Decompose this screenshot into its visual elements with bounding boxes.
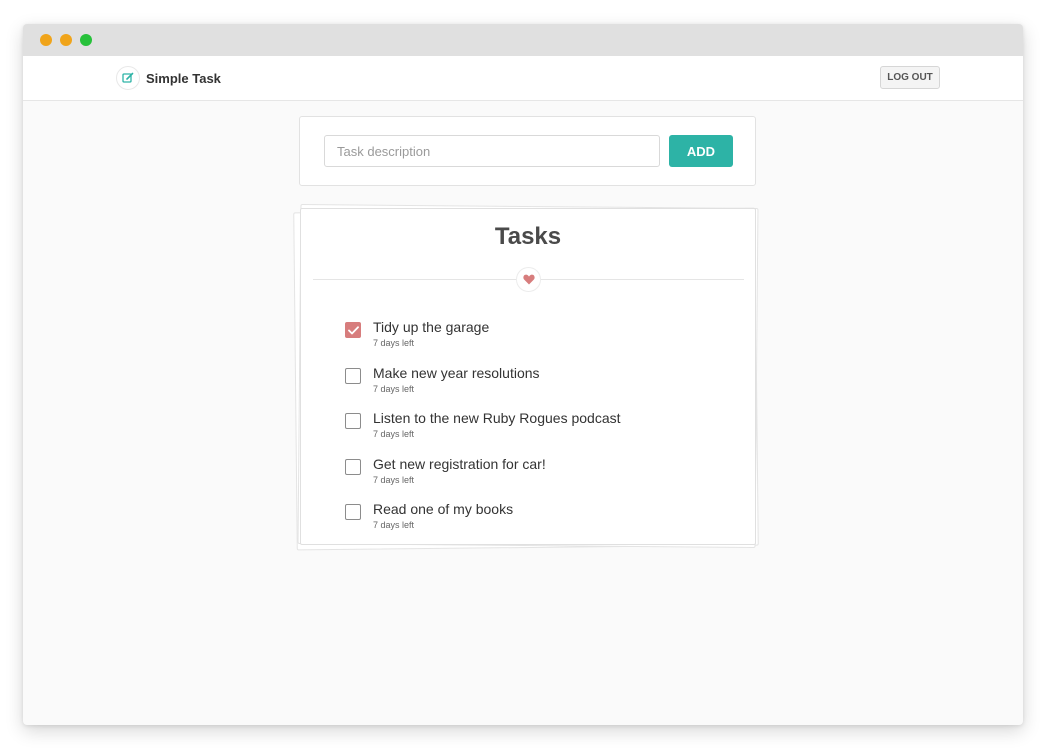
tasks-card: Tasks Tidy up the garage 7 days left Make … [300,208,756,545]
task-label: Listen to the new Ruby Rogues podcast [373,410,621,426]
task-due: 7 days left [373,520,415,530]
brand-link[interactable]: Simple Task [116,66,221,90]
window-titlebar [23,24,1023,56]
check-icon [347,325,359,334]
task-description-input[interactable] [324,135,660,167]
add-task-button[interactable]: ADD [669,135,733,167]
task-checkbox[interactable] [345,413,361,429]
task-due: 7 days left [373,474,415,485]
close-window-button[interactable] [40,34,52,46]
logout-button[interactable]: LOG OUT [880,66,940,89]
edit-icon [116,66,140,90]
maximize-window-button[interactable] [80,34,92,46]
task-label: Get new registration for car! [373,455,546,472]
task-label: Make new year resolutions [373,364,540,381]
task-item: Tidy up the garage 7 days left [345,319,621,365]
browser-window: Simple Task LOG OUT ADD Tasks Tidy up th… [23,24,1023,725]
task-item: Listen to the new Ruby Rogues podcast 7 d… [345,410,621,456]
task-due: 7 days left [373,383,415,394]
task-checkbox[interactable] [345,504,361,520]
minimize-window-button[interactable] [60,34,72,46]
app-title: Simple Task [146,70,221,86]
task-list: Tidy up the garage 7 days left Make new ye… [345,319,621,547]
task-item: Make new year resolutions 7 days left [345,365,621,411]
task-due: 7 days left [373,429,415,439]
task-label: Read one of my books [373,501,514,517]
top-navbar: Simple Task LOG OUT [23,56,1023,101]
task-label: Tidy up the garage [373,319,490,335]
task-item: Get new registration for car! 7 days left [345,456,621,502]
heart-icon [516,267,541,292]
tasks-heading: Tasks [494,223,562,250]
add-task-panel: ADD [299,116,756,186]
task-checkbox[interactable] [345,367,361,384]
task-item: Read one of my books 7 days left [345,501,621,547]
task-checkbox[interactable] [345,322,361,338]
task-due: 7 days left [373,338,415,348]
task-checkbox[interactable] [345,458,361,475]
